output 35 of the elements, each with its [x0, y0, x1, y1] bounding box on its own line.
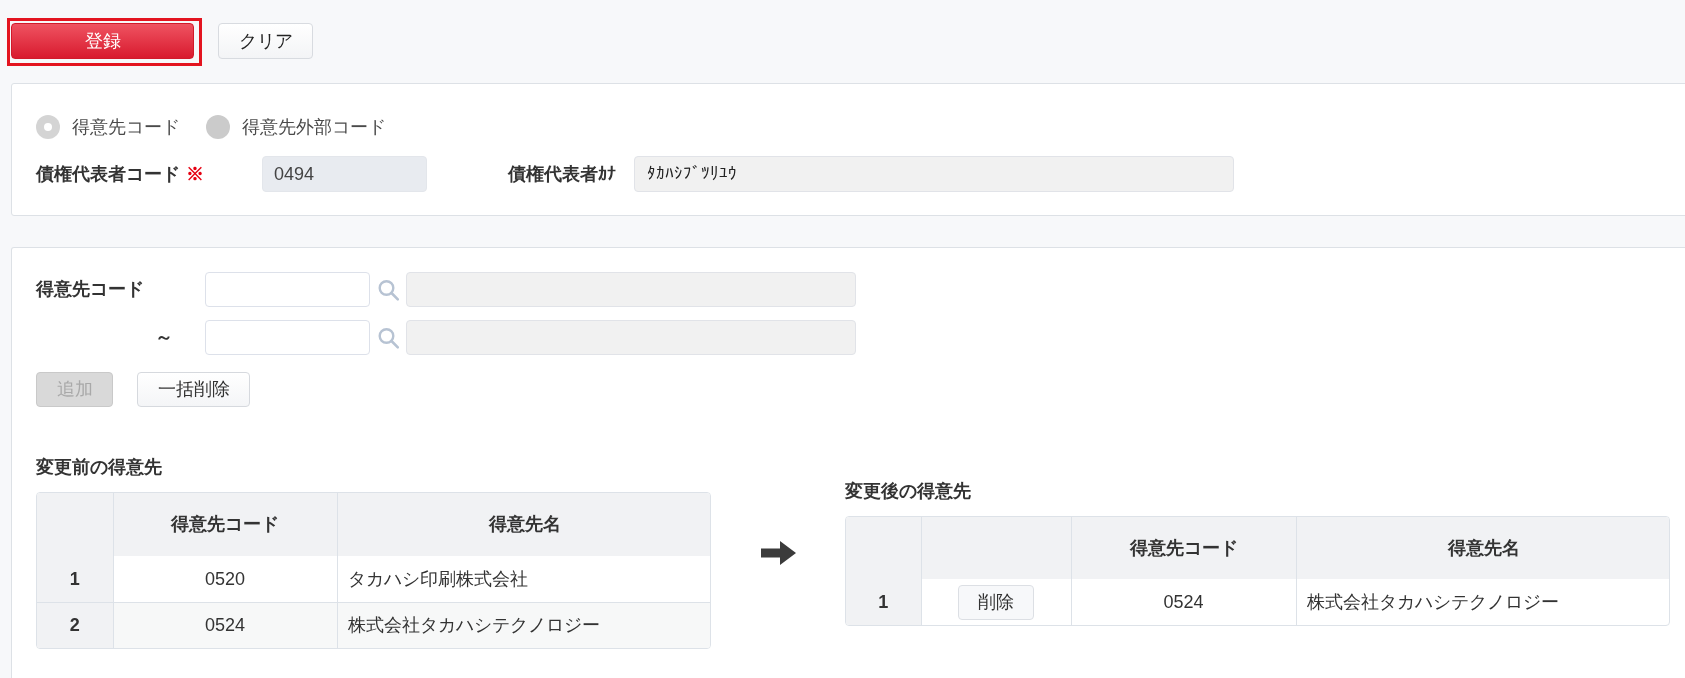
column-header: 得意先名 [1296, 517, 1669, 579]
column-header: 得意先コード [113, 493, 337, 556]
code-input[interactable] [205, 272, 370, 307]
field-label: 債権代表者コード [36, 162, 180, 186]
radio-button[interactable] [36, 115, 60, 139]
column-header: 得意先名 [337, 493, 710, 556]
name-cell: 株式会社タカハシテクノロジー [1296, 579, 1669, 625]
name-cell: タカハシ印刷株式会社 [337, 556, 710, 602]
range-separator: ～ [154, 326, 174, 349]
field-label: 得意先コード [36, 278, 145, 301]
bulk-delete-button[interactable]: 一括削除 [137, 372, 250, 407]
code-input[interactable]: 0494 [262, 156, 427, 192]
kana-field: ﾀｶﾊｼﾌﾞﾂﾘﾕｳ [634, 156, 1234, 192]
code-cell: 0524 [1071, 579, 1296, 625]
required-mark: ※ [186, 162, 204, 186]
clear-button[interactable]: クリア [218, 23, 313, 59]
row-number: 1 [846, 579, 921, 625]
radio-button[interactable] [206, 115, 230, 139]
section-title: 変更後の得意先 [845, 480, 972, 503]
row-number: 1 [37, 556, 113, 602]
name-cell: 株式会社タカハシテクノロジー [337, 602, 710, 648]
search-icon[interactable] [378, 326, 399, 349]
search-icon[interactable] [378, 278, 399, 301]
arrow-right-icon [760, 541, 796, 565]
column-header: 得意先コード [1071, 517, 1296, 579]
field-label: 債権代表者ｶﾅ [508, 162, 617, 186]
delete-button[interactable]: 削除 [958, 584, 1034, 620]
radio-label[interactable]: 得意先外部コード [242, 115, 386, 139]
row-number: 2 [37, 602, 113, 648]
code-cell: 0524 [113, 602, 337, 648]
code-input[interactable] [205, 320, 370, 355]
register-button[interactable]: 登録 [11, 23, 194, 59]
radio-label[interactable]: 得意先コード [72, 115, 180, 139]
section-title: 変更前の得意先 [36, 456, 163, 479]
code-cell: 0520 [113, 556, 337, 602]
